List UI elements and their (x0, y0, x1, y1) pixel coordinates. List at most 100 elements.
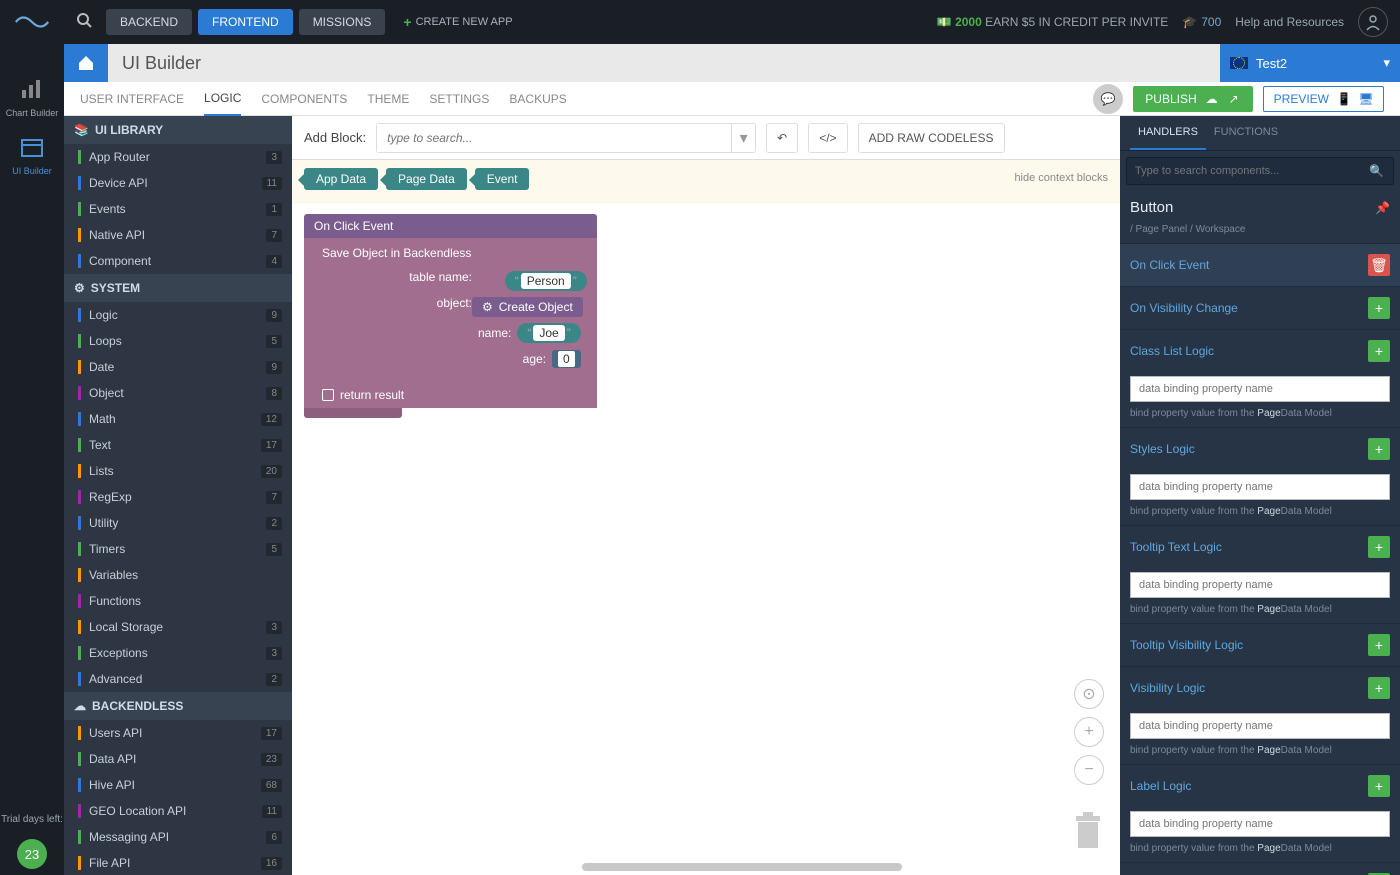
block-header[interactable]: On Click Event (304, 214, 597, 238)
rail-ui-builder[interactable]: UI Builder (2, 126, 62, 184)
tab-components[interactable]: COMPONENTS (261, 83, 347, 115)
lib-item[interactable]: Date9 (64, 354, 292, 380)
plus-icon[interactable]: + (1368, 634, 1390, 656)
horizontal-scrollbar[interactable] (582, 863, 902, 871)
plus-icon[interactable]: + (1368, 536, 1390, 558)
lib-item[interactable]: App Router3 (64, 144, 292, 170)
tab-settings[interactable]: SETTINGS (429, 83, 489, 115)
chevron-down-icon[interactable]: ▾ (731, 124, 755, 152)
return-result-row[interactable]: return result (304, 382, 597, 408)
zoom-out-button[interactable]: − (1074, 755, 1104, 785)
binding-input[interactable] (1130, 376, 1390, 402)
inspector-row[interactable]: Tooltip Text Logic+ (1120, 525, 1400, 568)
avatar-icon[interactable] (1358, 7, 1388, 37)
create-object-block[interactable]: ⚙ Create Object (472, 297, 583, 317)
nav-backend[interactable]: BACKEND (106, 9, 192, 35)
help-link[interactable]: Help and Resources (1235, 15, 1344, 29)
binding-input[interactable] (1130, 474, 1390, 500)
lib-item[interactable]: RegExp7 (64, 484, 292, 510)
lib-item[interactable]: Object8 (64, 380, 292, 406)
trash-icon[interactable] (1072, 812, 1104, 857)
lib-item[interactable]: Lists20 (64, 458, 292, 484)
plus-icon[interactable]: + (1368, 438, 1390, 460)
inspector-row[interactable]: On Click Event🗑 (1120, 243, 1400, 286)
block-search-input[interactable] (377, 124, 731, 152)
nav-frontend[interactable]: FRONTEND (198, 9, 293, 35)
tab-logic[interactable]: LOGIC (204, 82, 241, 116)
zoom-in-button[interactable]: + (1074, 717, 1104, 747)
lib-item[interactable]: Hive API68 (64, 772, 292, 798)
undo-button[interactable]: ↶ (766, 123, 798, 153)
tab-backups[interactable]: BACKUPS (509, 83, 566, 115)
home-button[interactable] (64, 44, 108, 82)
rail-chart-builder[interactable]: Chart Builder (2, 68, 62, 126)
delete-icon[interactable]: 🗑 (1368, 254, 1390, 276)
app-selector[interactable]: Test2 ▾ (1220, 44, 1400, 82)
plus-icon[interactable]: + (1368, 297, 1390, 319)
canvas-stage[interactable]: App Data Page Data Event hide context bl… (292, 160, 1120, 875)
lib-item[interactable]: Variables (64, 562, 292, 588)
lib-item[interactable]: Exceptions3 (64, 640, 292, 666)
insp-tab-functions[interactable]: FUNCTIONS (1206, 116, 1286, 150)
publish-button[interactable]: PUBLISH ☁ ↗ (1133, 86, 1252, 112)
ctx-app-data[interactable]: App Data (304, 168, 378, 190)
inspector-row[interactable]: On Visibility Change+ (1120, 286, 1400, 329)
name-value[interactable]: “Joe” (517, 323, 580, 343)
lib-item[interactable]: Math12 (64, 406, 292, 432)
block-search[interactable]: ▾ (376, 123, 756, 153)
checkbox-icon[interactable] (322, 389, 334, 401)
lib-item[interactable]: Messaging API6 (64, 824, 292, 850)
lib-section[interactable]: ☁ BACKENDLESS (64, 692, 292, 720)
preview-button[interactable]: PREVIEW 📱 🖥 (1263, 86, 1384, 112)
binding-input[interactable] (1130, 572, 1390, 598)
lib-item[interactable]: Native API7 (64, 222, 292, 248)
ctx-event[interactable]: Event (475, 168, 530, 190)
code-button[interactable]: </> (808, 123, 847, 153)
create-app-button[interactable]: +CREATE NEW APP (403, 14, 512, 30)
credit-info[interactable]: 💵 2000 EARN $5 IN CREDIT PER INVITE (937, 15, 1168, 29)
lib-item[interactable]: Advanced2 (64, 666, 292, 692)
lib-item[interactable]: Text17 (64, 432, 292, 458)
pin-icon[interactable]: 📌 (1375, 201, 1390, 215)
lib-item[interactable]: Utility2 (64, 510, 292, 536)
ctx-page-data[interactable]: Page Data (386, 168, 467, 190)
inspector-row[interactable]: Tooltip Visibility Logic+ (1120, 623, 1400, 666)
plus-icon[interactable]: + (1368, 775, 1390, 797)
nav-missions[interactable]: MISSIONS (299, 9, 386, 35)
lib-item[interactable]: Data API23 (64, 746, 292, 772)
lib-section[interactable]: ⚙ SYSTEM (64, 274, 292, 302)
age-value[interactable]: 0 (552, 350, 581, 368)
lib-item[interactable]: Local Storage3 (64, 614, 292, 640)
plus-icon[interactable]: + (1368, 677, 1390, 699)
inspector-row[interactable]: Disabled State Logic+ (1120, 862, 1400, 875)
lib-item[interactable]: File API16 (64, 850, 292, 875)
points[interactable]: 🎓 700 (1182, 15, 1221, 29)
lib-item[interactable]: Loops5 (64, 328, 292, 354)
inspector-row[interactable]: Label Logic+ (1120, 764, 1400, 807)
lib-item[interactable]: Events1 (64, 196, 292, 222)
inspector-row[interactable]: Styles Logic+ (1120, 427, 1400, 470)
add-raw-codeless-button[interactable]: ADD RAW CODELESS (858, 123, 1005, 153)
chat-icon[interactable]: 💬 (1093, 84, 1123, 114)
event-block[interactable]: On Click Event Save Object in Backendles… (304, 214, 597, 418)
lib-item[interactable]: Component4 (64, 248, 292, 274)
tab-user-interface[interactable]: USER INTERFACE (80, 83, 184, 115)
lib-item[interactable]: Logic9 (64, 302, 292, 328)
binding-input[interactable] (1130, 713, 1390, 739)
blocks-area[interactable]: On Click Event Save Object in Backendles… (292, 204, 1120, 875)
binding-input[interactable] (1130, 811, 1390, 837)
lib-item[interactable]: GEO Location API11 (64, 798, 292, 824)
insp-tab-handlers[interactable]: HANDLERS (1130, 116, 1206, 150)
hide-context-link[interactable]: hide context blocks (1014, 172, 1108, 184)
inspector-search-input[interactable] (1126, 157, 1394, 185)
lib-item[interactable]: Users API17 (64, 720, 292, 746)
zoom-center-button[interactable]: ⊙ (1074, 679, 1104, 709)
lib-item[interactable]: Functions (64, 588, 292, 614)
lib-section[interactable]: 📚 UI LIBRARY (64, 116, 292, 144)
plus-icon[interactable]: + (1368, 340, 1390, 362)
search-icon[interactable] (76, 12, 92, 33)
lib-item[interactable]: Timers5 (64, 536, 292, 562)
lib-item[interactable]: Device API11 (64, 170, 292, 196)
tab-theme[interactable]: THEME (367, 83, 409, 115)
search-icon[interactable]: 🔍 (1369, 164, 1384, 178)
